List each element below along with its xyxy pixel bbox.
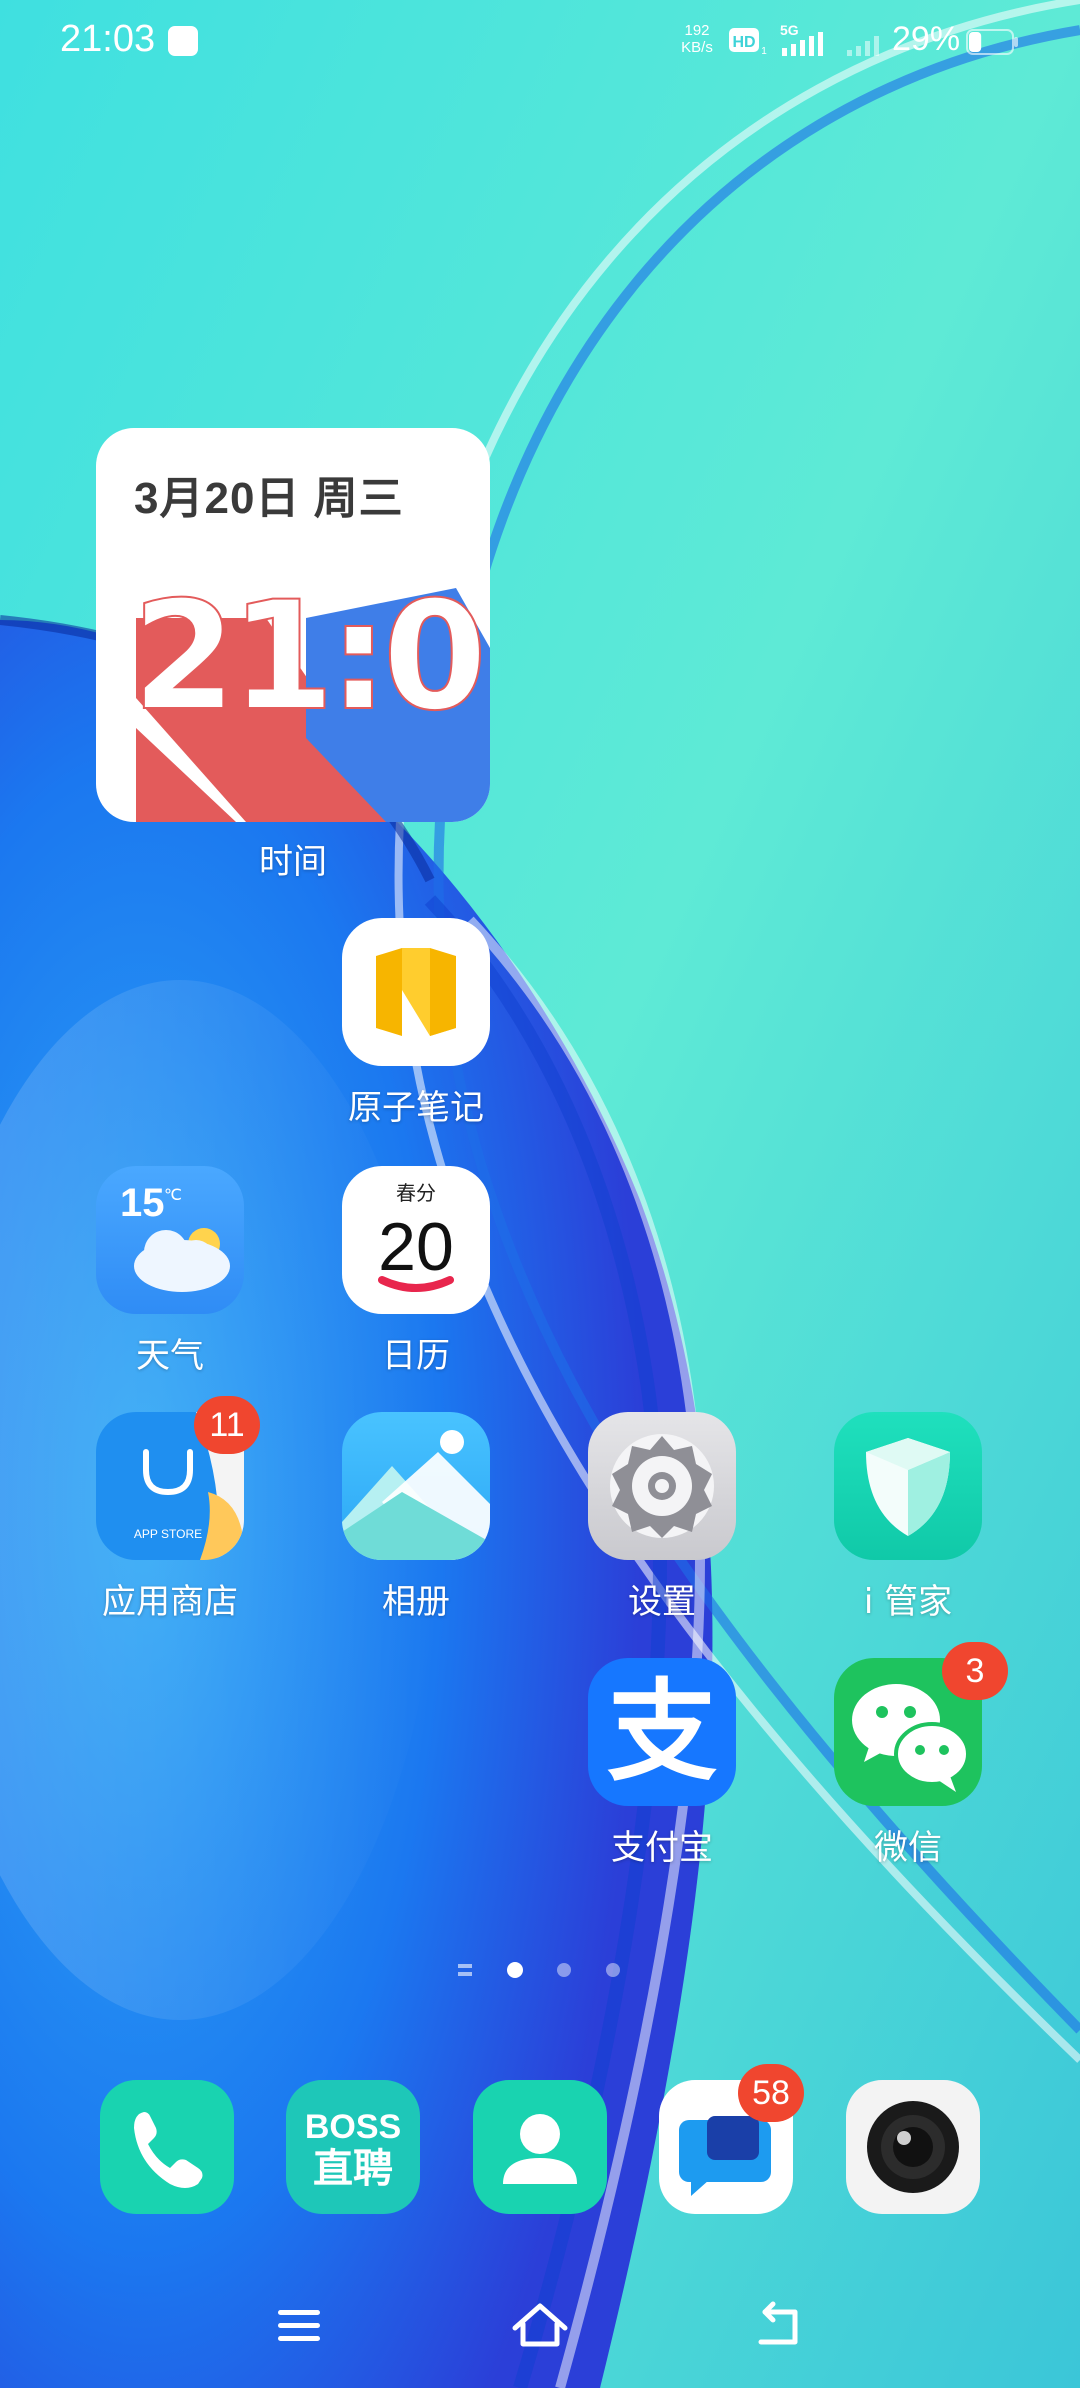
dock-contacts[interactable] [473,2080,607,2214]
svg-text:1: 1 [761,46,767,56]
app-label: 支付宝 [611,1828,713,1868]
calendar-term: 春分 [396,1181,436,1205]
app-label: 应用商店 [102,1582,238,1622]
battery-percent: 29% [892,20,961,58]
notification-icon [168,26,198,56]
alipay-glyph: 支 [607,1668,717,1796]
app-store-text: APP STORE [134,1527,202,1541]
notification-badge: 3 [942,1642,1008,1700]
contacts-icon [473,2080,607,2214]
signal-sim2-icon [847,36,879,56]
feed-page-indicator-line [458,1972,472,1976]
status-time: 21:03 [60,18,156,60]
weather-temp: 15 [120,1181,165,1225]
hd-voice-icon: HD 1 [729,28,767,56]
weather-unit: ℃ [164,1187,182,1204]
alipay-icon: 支 [588,1658,736,1806]
network-speed-value: 192 [684,22,710,39]
camera-icon [846,2080,980,2214]
gear-icon [588,1412,736,1560]
menu-icon [278,2310,320,2341]
dock-boss-zhipin[interactable]: BOSS 直聘 [286,2080,420,2214]
app-label: 原子笔记 [348,1088,484,1128]
page-dot [606,1963,620,1977]
page-indicator[interactable] [440,1955,640,1985]
home-icon [512,2303,568,2347]
notification-badge: 58 [738,2064,804,2122]
shield-cube-icon [834,1412,982,1560]
page-dot [557,1963,571,1977]
feed-page-indicator [458,1964,472,1968]
network-speed: 192 KB/s [672,22,722,56]
calendar-day: 20 [378,1209,454,1285]
app-label: 设置 [628,1582,696,1622]
boss-zhipin-icon: BOSS 直聘 [286,2080,420,2214]
note-n-icon [342,918,490,1066]
app-label: i 管家 [863,1582,953,1622]
calendar-icon: 春分 20 [342,1166,490,1314]
weather-icon: 15 ℃ [96,1166,244,1314]
clock-widget-label: 时间 [259,842,327,882]
svg-text:5G: 5G [780,22,799,38]
app-label: 相册 [382,1582,450,1622]
gallery-icon [342,1412,490,1560]
home-button[interactable] [505,2290,575,2360]
network-speed-unit: KB/s [681,39,713,56]
boss-line1: BOSS [305,2108,401,2146]
dock-phone[interactable] [100,2080,234,2214]
signal-5g-icon: 5G [780,22,823,56]
menu-button[interactable] [264,2290,334,2360]
app-label: 天气 [136,1336,204,1376]
app-label: 微信 [874,1828,942,1868]
svg-text:HD: HD [732,34,755,51]
app-label: 日历 [382,1336,450,1376]
battery-icon [966,29,1018,55]
boss-line2: 直聘 [313,2146,393,2192]
notification-badge: 11 [194,1396,260,1454]
back-icon [758,2301,798,2345]
dock-camera[interactable] [846,2080,980,2214]
clock-hours: 21:03 [132,570,490,744]
back-button[interactable] [745,2290,815,2360]
status-bar: 21:03 192 KB/s HD 1 5G 29% [0,0,1080,84]
clock-widget[interactable]: 21:03 3月20日 周三 [96,428,490,822]
clock-date: 3月20日 周三 [134,474,404,523]
page-dot-active [507,1962,523,1978]
phone-icon [100,2080,234,2214]
